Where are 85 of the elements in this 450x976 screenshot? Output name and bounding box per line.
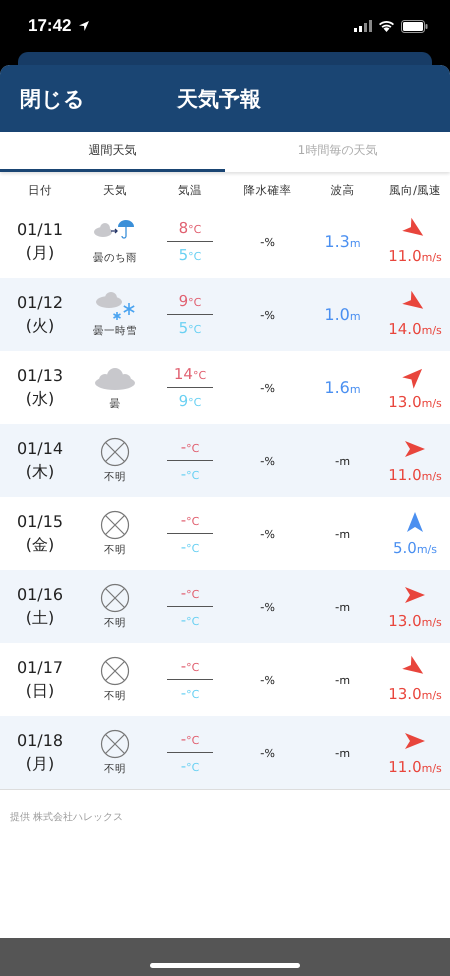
low-temperature: 9°C [178,391,202,412]
weather-label: 不明 [104,762,126,776]
wind-speed: 13.0m/s [388,684,442,702]
weekday-text: (月) [26,754,54,774]
wind-speed: 11.0m/s [388,246,442,264]
weekday-text: (水) [26,388,54,410]
weather-label: 不明 [104,689,126,703]
location-icon [79,21,90,31]
low-temperature: 5°C [178,318,202,339]
high-temperature: -°C [167,434,213,461]
wave-height: -m [334,672,350,686]
low-temperature: -°C [180,683,200,704]
high-temperature: 14°C [167,361,213,388]
low-temperature: -°C [180,537,200,558]
wave-height: 1.6m [324,378,361,397]
unknown-weather-icon [100,437,130,467]
precipitation-value: -% [260,308,275,322]
weekday-text: (日) [26,680,54,702]
date-text: 01/15 [16,512,64,530]
low-temperature: 5°C [178,245,202,266]
weather-label: 不明 [104,543,126,557]
wind-speed: 13.0m/s [388,612,442,630]
date-text: 01/13 [16,366,64,384]
wind-speed: 5.0m/s [392,538,437,556]
column-header: 風向/風速 [388,182,442,198]
column-header: 降水確率 [242,182,292,198]
tab[interactable]: 週間天気 [0,132,225,172]
date-text: 01/12 [16,292,64,312]
precipitation-value: -% [260,234,275,248]
cloud-snow-icon [93,291,137,321]
precipitation-value: -% [260,672,275,686]
weather-label: 曇 [110,397,120,411]
date-text: 01/11 [16,220,64,238]
unknown-weather-icon [100,583,130,613]
unknown-weather-icon [100,510,130,540]
weekday-text: (土) [26,608,54,628]
wave-height: 1.0m [324,305,361,324]
battery-icon [401,20,428,32]
precipitation-value: -% [260,380,275,394]
low-temperature: -°C [180,756,200,777]
high-temperature: 8°C [167,215,213,242]
precipitation-value: -% [260,526,275,540]
unknown-weather-icon [100,656,130,686]
date-text: 01/14 [16,438,64,458]
precipitation-value: -% [260,454,275,468]
precipitation-value: -% [260,600,275,614]
high-temperature: 9°C [167,288,213,315]
wind-speed: 11.0m/s [388,466,442,484]
weather-label: 曇のち雨 [93,251,137,265]
signal-icon [354,20,372,32]
status-time: 17:42 [28,16,72,36]
unknown-weather-icon [100,729,130,759]
weather-label: 曇一時雪 [93,324,137,338]
wind-speed: 13.0m/s [388,392,442,410]
date-text: 01/18 [16,730,64,750]
wave-height: -m [334,746,350,760]
provider-credit: 提供 株式会社ハレックス [10,812,124,823]
high-temperature: -°C [167,580,213,607]
low-temperature: -°C [180,610,200,631]
weekday-text: (月) [26,242,54,264]
screen-title: 天気予報 [177,86,261,112]
precipitation-value: -% [260,746,275,760]
high-temperature: -°C [167,507,213,534]
column-header: 日付 [27,182,53,198]
weekday-text: (金) [26,534,54,556]
wind-speed: 14.0m/s [388,320,442,338]
date-text: 01/17 [16,658,64,676]
high-temperature: -°C [167,726,213,753]
weekday-text: (木) [26,462,54,482]
low-temperature: -°C [180,464,200,485]
date-text: 01/16 [16,584,64,604]
close-button[interactable]: 閉じる [0,84,160,112]
column-header: 波高 [330,182,356,198]
column-header: 気温 [177,182,203,198]
wave-height: -m [334,454,350,468]
weather-label: 不明 [104,616,126,630]
wave-height: 1.3m [324,232,361,251]
weekday-text: (火) [26,316,54,336]
wifi-icon [378,20,395,32]
weather-label: 不明 [104,470,126,484]
high-temperature: -°C [167,653,213,680]
column-header: 天気 [102,182,128,198]
wave-height: -m [334,526,350,540]
wave-height: -m [334,600,350,614]
wind-speed: 11.0m/s [388,758,442,776]
